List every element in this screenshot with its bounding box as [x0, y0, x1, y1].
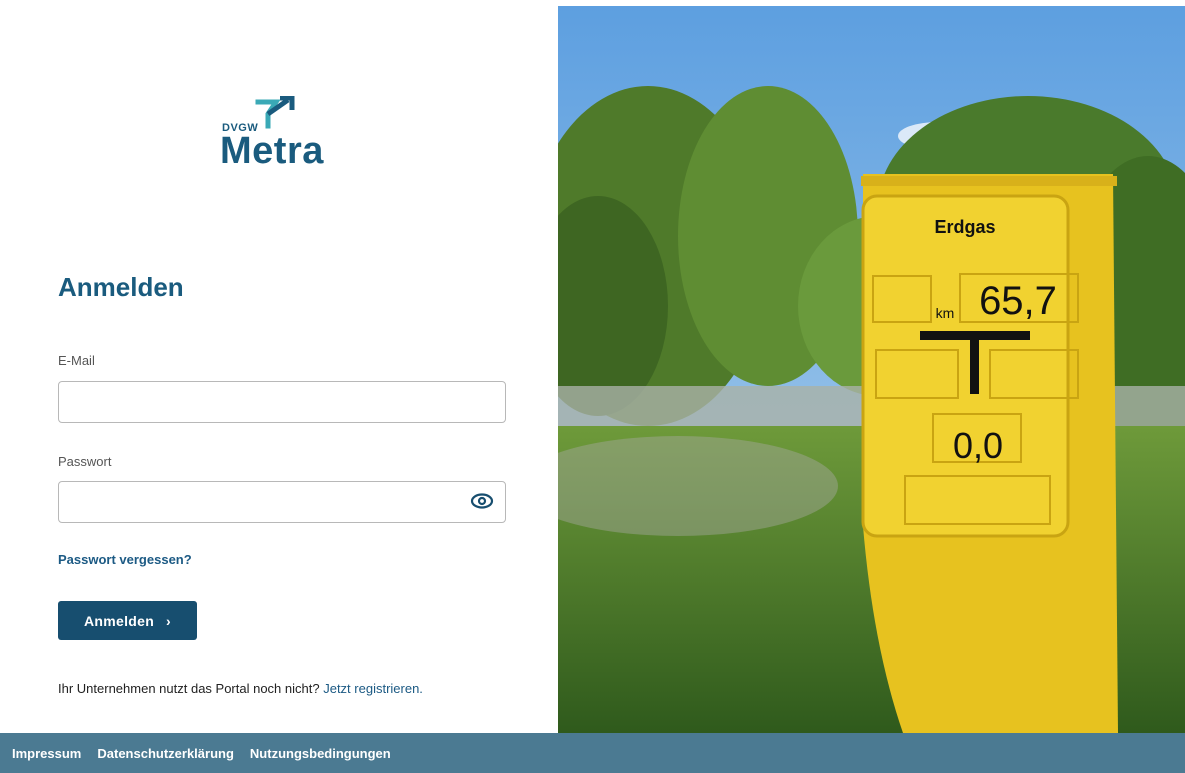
logo-name: Metra — [220, 130, 324, 172]
footer-link-nutzungsbedingungen[interactable]: Nutzungsbedingungen — [250, 746, 391, 761]
footer: Impressum Datenschutzerklärung Nutzungsb… — [0, 733, 1185, 773]
eye-icon[interactable] — [470, 491, 494, 511]
km-label: km — [936, 305, 955, 321]
offset-value: 0,0 — [953, 425, 1003, 466]
gas-pipeline-marker-image: Erdgas km 65,7 0,0 — [558, 6, 1185, 733]
email-label: E-Mail — [58, 353, 95, 368]
forgot-password-link[interactable]: Passwort vergessen? — [58, 552, 192, 567]
logo-arrow-icon — [255, 96, 295, 129]
password-label: Passwort — [58, 454, 112, 469]
page-title: Anmelden — [58, 272, 184, 302]
register-prompt: Ihr Unternehmen nutzt das Portal noch ni… — [58, 681, 423, 696]
marker-title: Erdgas — [934, 217, 995, 237]
login-button-label: Anmelden — [83, 612, 155, 629]
footer-link-datenschutz[interactable]: Datenschutzerklärung — [97, 746, 234, 761]
register-link[interactable]: Jetzt registrieren. — [323, 681, 423, 696]
email-field[interactable] — [58, 381, 506, 423]
chevron-right-icon: › — [166, 612, 172, 629]
dvgw-metra-logo: DVGW Metra — [220, 96, 360, 176]
login-button[interactable]: Anmelden › — [58, 601, 197, 640]
km-value: 65,7 — [979, 279, 1057, 323]
register-text: Ihr Unternehmen nutzt das Portal noch ni… — [58, 681, 320, 696]
password-field[interactable] — [58, 481, 506, 523]
login-panel: DVGW Metra Anmelden E-Mail Passwort Pass… — [0, 0, 558, 733]
footer-link-impressum[interactable]: Impressum — [12, 746, 81, 761]
hero-photo: Erdgas km 65,7 0,0 — [558, 6, 1185, 733]
